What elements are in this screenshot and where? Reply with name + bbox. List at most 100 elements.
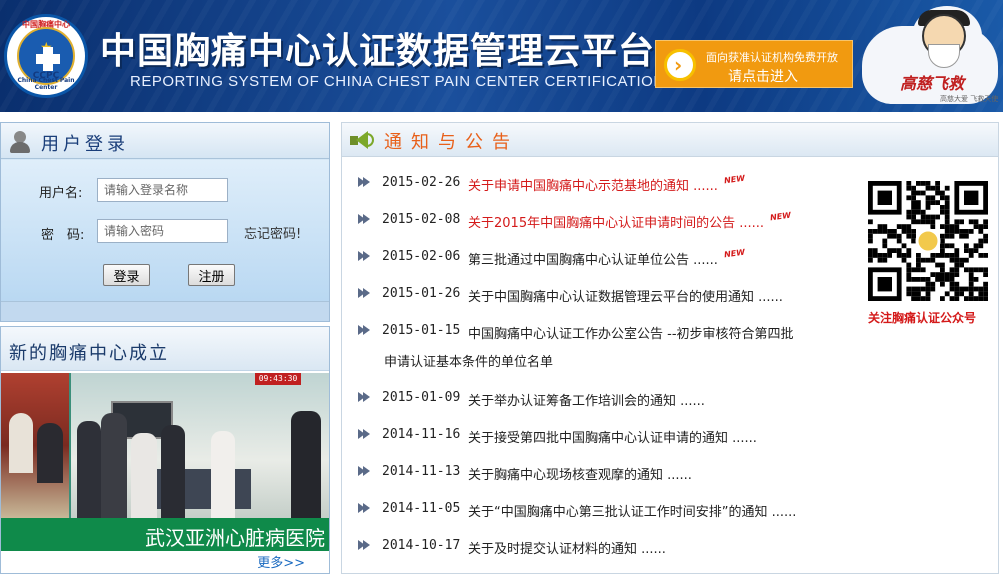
qr-module — [983, 253, 988, 258]
notice-item[interactable]: 2015-01-09 关于举办认证筹备工作培训会的通知 ...... — [358, 390, 858, 414]
notice-item[interactable]: 2015-01-15 中国胸痛中心认证工作办公室公告 --初步审核符合第四批 申请认… — [358, 323, 858, 379]
bullet-arrow-icon — [363, 466, 370, 476]
qr-module — [911, 195, 916, 201]
speaker-icon-wave — [366, 133, 374, 147]
qr-module — [935, 214, 940, 220]
qr-module — [978, 243, 984, 249]
qr-module — [935, 190, 940, 196]
notice-item[interactable]: 2015-01-26 关于中国胸痛中心认证数据管理云平台的使用通知 ...... — [358, 286, 858, 310]
notice-date: 2015-02-06 — [382, 249, 461, 264]
notice-title-link[interactable]: 第三批通过中国胸痛中心认证单位公告 ...... NEW — [468, 248, 745, 268]
notice-item[interactable]: 2014-11-05 关于“中国胸痛中心第三批认证工作时间安排”的通知 .....… — [358, 501, 858, 525]
qr-module — [882, 224, 888, 229]
qr-module — [925, 185, 931, 191]
notice-item[interactable]: 2015-02-26 关于申请中国胸痛中心示范基地的通知 ...... NEW — [358, 174, 858, 199]
qr-module — [887, 253, 892, 258]
qr-module — [949, 267, 955, 273]
qr-module — [868, 248, 873, 253]
qr-module — [911, 286, 916, 292]
qr-module — [868, 233, 873, 239]
qr-code[interactable] — [868, 181, 988, 301]
qr-module — [959, 219, 964, 225]
notice-title-link[interactable]: 关于申请中国胸痛中心示范基地的通知 ...... NEW — [468, 174, 745, 194]
notice-title-text: 关于胸痛中心现场核查观摩的通知 ...... — [468, 468, 692, 483]
notice-date: 2015-01-26 — [382, 286, 461, 301]
qr-module — [959, 262, 964, 268]
chevron-right-icon: › — [674, 53, 683, 77]
username-input[interactable] — [97, 178, 228, 202]
more-link[interactable]: 更多>> — [257, 552, 305, 571]
bullet-arrow-icon — [363, 251, 370, 261]
notice-item[interactable]: 2014-10-17 关于及时提交认证材料的通知 ...... — [358, 538, 858, 562]
qr-module — [954, 281, 960, 287]
qr-module — [949, 243, 955, 249]
qr-module — [925, 181, 931, 186]
qr-finder — [877, 277, 892, 292]
qr-module — [906, 277, 912, 282]
photo-person — [101, 413, 127, 518]
qr-module — [916, 219, 921, 225]
notice-title-link[interactable]: 关于中国胸痛中心认证数据管理云平台的使用通知 ...... — [468, 286, 783, 305]
qr-module — [906, 272, 912, 277]
new-center-photo[interactable]: 09:43:30 武汉亚洲心脏病医院 — [1, 373, 329, 551]
register-button[interactable]: 注册 — [188, 264, 235, 286]
qr-module — [954, 253, 960, 258]
qr-module — [944, 291, 950, 297]
qr-module — [954, 219, 960, 225]
login-panel: 用户登录 用户名: 密 码: 忘记密码! 登录 注册 — [0, 122, 330, 322]
qr-module — [887, 248, 892, 253]
qr-module — [954, 262, 960, 268]
qr-module — [949, 281, 955, 287]
notice-item[interactable]: 2014-11-13 关于胸痛中心现场核查观摩的通知 ...... — [358, 464, 858, 488]
notice-title-link[interactable]: 关于胸痛中心现场核查观摩的通知 ...... — [468, 464, 692, 483]
new-badge-icon: NEW — [769, 210, 792, 223]
qr-module — [940, 233, 945, 239]
login-button[interactable]: 登录 — [103, 264, 150, 286]
qr-module — [964, 286, 969, 292]
bullet-arrow-icon — [363, 214, 370, 224]
notice-title-link[interactable]: 关于举办认证筹备工作培训会的通知 ...... — [468, 390, 705, 409]
qr-module — [944, 277, 950, 282]
qr-module — [954, 224, 960, 229]
notice-item[interactable]: 2014-11-16 关于接受第四批中国胸痛中心认证申请的通知 ...... — [358, 427, 858, 451]
login-form: 用户名: 密 码: 忘记密码! 登录 注册 — [1, 160, 329, 302]
qr-module — [940, 195, 945, 201]
qr-module — [954, 286, 960, 292]
bullet-arrow-icon — [363, 540, 370, 550]
qr-module — [906, 248, 912, 253]
qr-module — [911, 219, 916, 225]
notice-item[interactable]: 2015-02-06 第三批通过中国胸痛中心认证单位公告 ...... NEW — [358, 248, 858, 273]
qr-module — [916, 253, 921, 258]
notice-title-link[interactable]: 中国胸痛中心认证工作办公室公告 --初步审核符合第四批 — [468, 323, 794, 342]
qr-module — [916, 190, 921, 196]
qr-module — [887, 229, 892, 234]
password-input[interactable] — [97, 219, 228, 243]
ccpc-logo[interactable]: 中国胸痛中心 ★ CCPC China Chest Pain Center — [4, 14, 88, 98]
qr-module — [935, 253, 940, 258]
notice-title-link[interactable]: 关于“中国胸痛中心第三批认证工作时间安排”的通知 ...... — [468, 501, 796, 520]
notice-title-link[interactable]: 关于接受第四批中国胸痛中心认证申请的通知 ...... — [468, 427, 757, 446]
qr-module — [983, 267, 988, 273]
notice-title-line2[interactable]: 申请认证基本条件的单位名单 — [384, 351, 553, 370]
qr-module — [940, 277, 945, 282]
notice-title-link[interactable]: 关于2015年中国胸痛中心认证申请时间的公告 ...... NEW — [468, 210, 792, 231]
notice-panel: 通知与公告 2015-02-26 关于申请中国胸痛中心示范基地的通知 ......… — [341, 122, 999, 574]
qr-module — [911, 190, 916, 196]
notice-date: 2015-02-08 — [382, 212, 461, 227]
notice-title-link[interactable]: 关于及时提交认证材料的通知 ...... — [468, 538, 666, 557]
forgot-password-link[interactable]: 忘记密码! — [244, 223, 301, 242]
promo-enter-button[interactable]: › 面向获准认证机构免费开放 请点击进入 — [655, 40, 853, 88]
qr-module — [964, 243, 969, 249]
notice-title-text: 关于接受第四批中国胸痛中心认证申请的通知 ...... — [468, 431, 757, 446]
qr-module — [920, 209, 926, 215]
promo-line2: 请点击进入 — [728, 69, 798, 85]
qr-module — [978, 286, 984, 292]
notice-item[interactable]: 2015-02-08 关于2015年中国胸痛中心认证申请时间的公告 ...... N… — [358, 210, 858, 236]
qr-module — [882, 238, 888, 244]
qr-module — [935, 262, 940, 268]
qr-module — [906, 233, 912, 239]
bullet-arrow-icon — [363, 429, 370, 439]
qr-module — [868, 257, 873, 263]
qr-center-logo-icon — [915, 228, 941, 254]
qr-module — [978, 291, 984, 297]
